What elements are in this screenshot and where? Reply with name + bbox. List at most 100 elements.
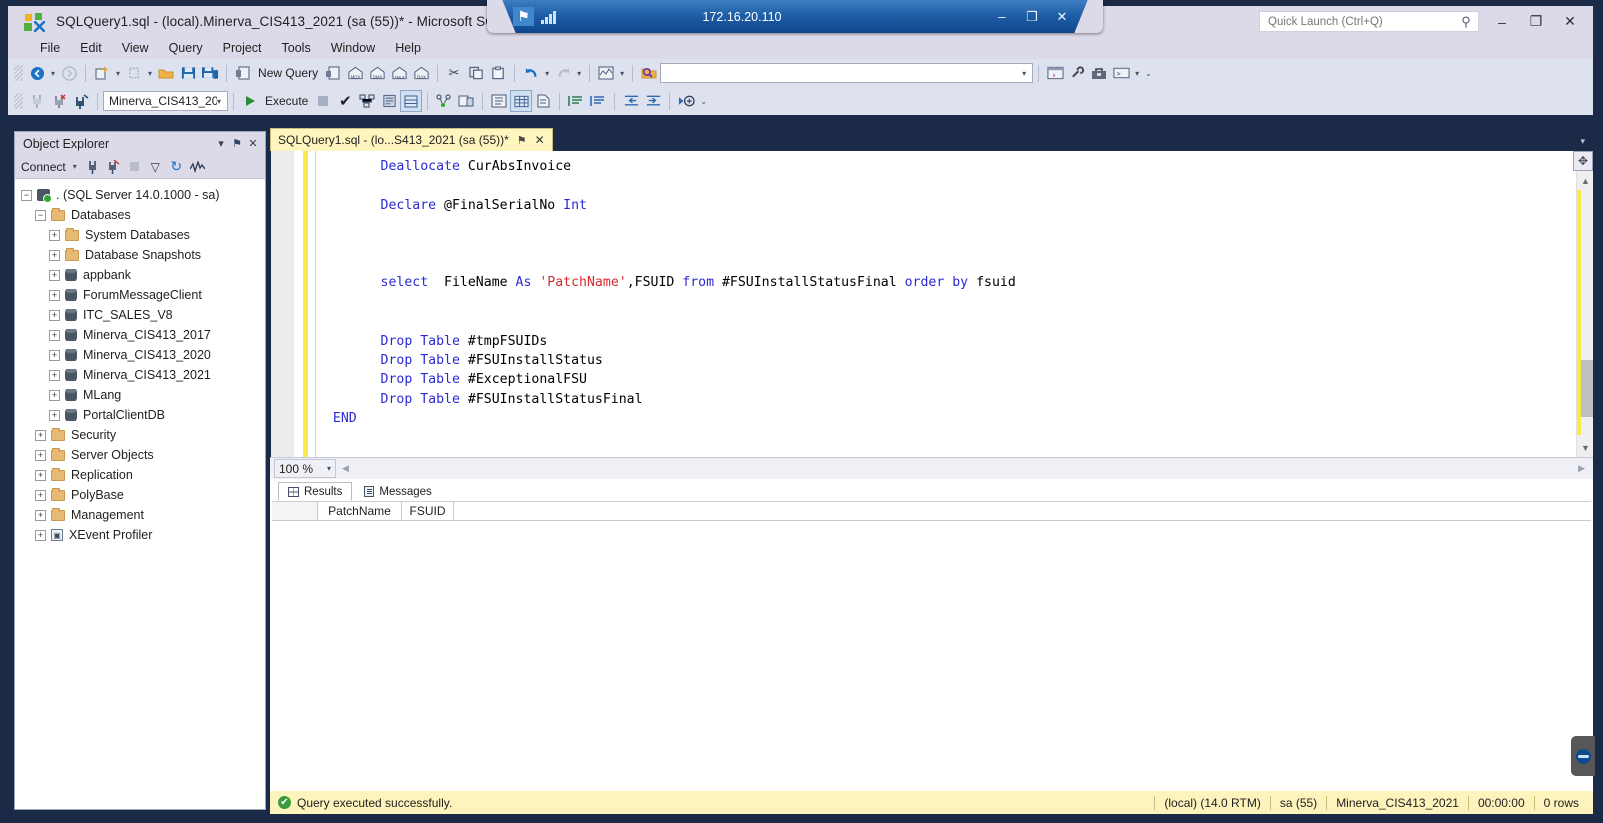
open-file-dropdown-icon[interactable]: ▾	[145, 69, 155, 78]
tree-node[interactable]: + Minerva_CIS413_2020	[21, 345, 265, 365]
uncomment-lines-icon[interactable]	[587, 90, 609, 112]
new-xmla-query-icon[interactable]: XMLA	[388, 62, 410, 84]
xevent-dropdown-icon[interactable]: ▾	[617, 69, 627, 78]
tree-node[interactable]: + MLang	[21, 385, 265, 405]
expand-icon[interactable]: +	[35, 529, 46, 541]
expand-icon[interactable]: +	[35, 429, 46, 441]
collapse-icon[interactable]: −	[21, 189, 32, 201]
tree-node[interactable]: + ▣ XEvent Profiler	[21, 525, 265, 545]
menu-item-help[interactable]: Help	[385, 41, 431, 55]
code-line[interactable]: Declare @FinalSerialNo Int	[317, 196, 1593, 215]
quick-launch-input[interactable]	[1266, 14, 1456, 29]
document-tab-sqlquery1[interactable]: SQLQuery1.sql - (lo...S413_2021 (sa (55)…	[270, 128, 553, 151]
command-window-icon[interactable]: >	[1110, 62, 1132, 84]
close-icon[interactable]: ✕	[245, 137, 261, 150]
code-line[interactable]	[317, 235, 1593, 254]
toolbar-overflow-icon[interactable]: ⌄	[697, 97, 710, 106]
code-line[interactable]: Drop Table #ExceptionalFSU	[317, 370, 1593, 389]
search-icon[interactable]: ⚲	[1459, 15, 1473, 29]
parse-check-icon[interactable]: ✔	[334, 90, 356, 112]
redo-dropdown-icon[interactable]: ▾	[574, 69, 584, 78]
copy-icon[interactable]	[465, 62, 487, 84]
navigate-back-icon[interactable]	[26, 62, 48, 84]
new-query-label[interactable]: New Query	[254, 66, 322, 80]
results-to-grid-icon[interactable]	[510, 90, 533, 112]
new-project-icon[interactable]	[91, 62, 113, 84]
expand-icon[interactable]: +	[49, 289, 60, 301]
code-line[interactable]: Drop Table #FSUInstallStatusFinal	[317, 390, 1593, 409]
tree-node[interactable]: + System Databases	[21, 225, 265, 245]
menu-item-tools[interactable]: Tools	[272, 41, 321, 55]
activity-monitor-icon[interactable]	[189, 158, 206, 175]
increase-indent-icon[interactable]	[642, 90, 664, 112]
window-minimize-button[interactable]: –	[1485, 7, 1519, 36]
expand-icon[interactable]: +	[49, 369, 60, 381]
new-dax-query-icon[interactable]: DAX	[410, 62, 432, 84]
command-window-dropdown-icon[interactable]: ▾	[1132, 69, 1142, 78]
save-all-icon[interactable]	[199, 62, 221, 84]
expand-icon[interactable]: +	[35, 489, 46, 501]
database-selector[interactable]: Minerva_CIS413_2021 ▾	[103, 91, 228, 111]
tree-node[interactable]: + Minerva_CIS413_2021	[21, 365, 265, 385]
open-file-icon[interactable]	[123, 62, 145, 84]
new-mdx-query-icon[interactable]: MDX	[344, 62, 366, 84]
properties-window-icon[interactable]	[1066, 62, 1088, 84]
new-query-icon[interactable]	[232, 62, 254, 84]
connect-button[interactable]: Connect	[21, 160, 66, 174]
chevron-down-icon[interactable]: ▾	[1580, 136, 1585, 147]
open-folder-icon[interactable]	[155, 62, 177, 84]
new-query-with-connection-icon[interactable]	[322, 62, 344, 84]
tree-node[interactable]: + ForumMessageClient	[21, 285, 265, 305]
tab-results[interactable]: Results	[278, 482, 353, 501]
expand-icon[interactable]: +	[35, 449, 46, 461]
horizontal-scroll-right-arrow-icon[interactable]: ▶	[1578, 463, 1593, 474]
menu-item-view[interactable]: View	[112, 41, 159, 55]
horizontal-scroll-left-arrow-icon[interactable]: ◀	[336, 463, 349, 474]
collapse-icon[interactable]: −	[35, 209, 46, 221]
tree-node[interactable]: + appbank	[21, 265, 265, 285]
specify-values-for-template-parameters-icon[interactable]	[675, 90, 697, 112]
code-line[interactable]	[317, 293, 1593, 312]
redo-icon[interactable]	[552, 62, 574, 84]
rdp-restore-button[interactable]: ❐	[1017, 9, 1047, 25]
code-line[interactable]: END	[317, 409, 1593, 428]
execute-play-icon[interactable]	[239, 90, 261, 112]
rdp-minimize-button[interactable]: –	[987, 9, 1017, 24]
new-dmx-query-icon[interactable]: DMX	[366, 62, 388, 84]
sql-code-text[interactable]: Deallocate CurAbsInvoice Declare @FinalS…	[317, 151, 1593, 457]
cut-icon[interactable]: ✂	[443, 62, 465, 84]
toolbar-grip[interactable]	[14, 65, 23, 81]
expand-icon[interactable]: +	[49, 249, 60, 261]
tree-node[interactable]: + Replication	[21, 465, 265, 485]
editor-vertical-scrollbar[interactable]: ▲ ▼	[1576, 151, 1593, 457]
results-column-header-patchname[interactable]: PatchName	[318, 502, 402, 520]
xevent-profiler-icon[interactable]	[595, 62, 617, 84]
expand-icon[interactable]: +	[49, 409, 60, 421]
query-options-icon[interactable]	[378, 90, 400, 112]
paste-icon[interactable]	[487, 62, 509, 84]
disconnect-object-explorer-icon[interactable]	[105, 158, 122, 175]
expand-icon[interactable]: +	[35, 469, 46, 481]
menu-item-file[interactable]: File	[30, 41, 70, 55]
close-icon[interactable]: ✕	[535, 133, 545, 147]
menu-item-project[interactable]: Project	[213, 41, 272, 55]
sql-editor[interactable]: Deallocate CurAbsInvoice Declare @FinalS…	[270, 151, 1593, 457]
execute-label[interactable]: Execute	[261, 94, 312, 108]
new-project-dropdown-icon[interactable]: ▾	[113, 69, 123, 78]
pin-icon[interactable]: ⚑	[517, 134, 527, 147]
stop-icon[interactable]	[312, 90, 334, 112]
tree-node[interactable]: + ITC_SALES_V8	[21, 305, 265, 325]
tree-node[interactable]: + Security	[21, 425, 265, 445]
pin-icon[interactable]: ⚑	[229, 137, 245, 150]
results-grid[interactable]: PatchName FSUID	[272, 501, 1591, 781]
code-line[interactable]	[317, 215, 1593, 234]
toolbox-icon[interactable]	[1088, 62, 1110, 84]
code-line[interactable]: Drop Table #FSUInstallStatus	[317, 351, 1593, 370]
refresh-icon[interactable]: ↻	[168, 158, 185, 175]
toolbar-grip[interactable]	[14, 93, 23, 109]
chevron-down-icon[interactable]: ▾	[217, 97, 227, 106]
tree-node[interactable]: + Database Snapshots	[21, 245, 265, 265]
tree-node[interactable]: + Server Objects	[21, 445, 265, 465]
rdp-close-button[interactable]: ✕	[1047, 9, 1077, 25]
menu-item-window[interactable]: Window	[321, 41, 385, 55]
